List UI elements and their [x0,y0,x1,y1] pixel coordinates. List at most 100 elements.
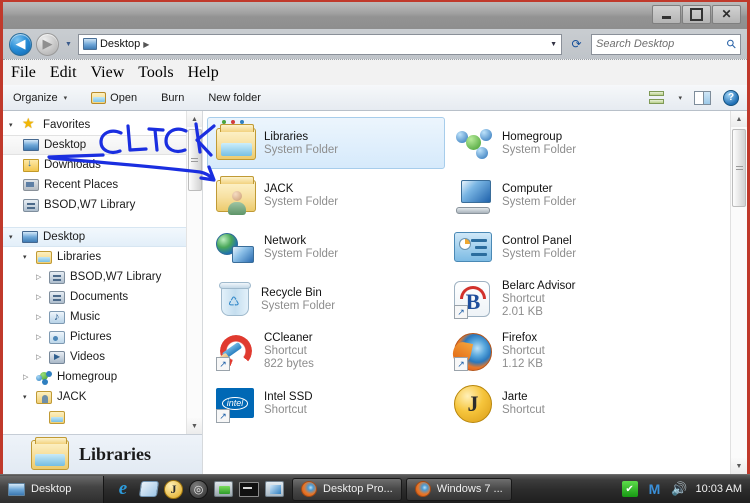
chevron-down-icon[interactable]: ▾ [678,94,682,102]
list-item[interactable]: ↗ CCleaner Shortcut 822 bytes [207,325,445,377]
file-name: Network [264,234,307,247]
list-item[interactable]: intel ↗ Intel SSD Shortcut [207,377,445,429]
menu-item-help[interactable]: Help [188,64,219,82]
sidebar-item-desktop[interactable]: Desktop [3,135,202,155]
scroll-up-icon[interactable]: ▲ [186,111,202,127]
open-button[interactable]: Open [91,91,147,104]
control-panel-icon [454,227,494,267]
expander-icon[interactable]: ▷ [36,293,44,301]
messenger-icon[interactable]: M [647,481,663,497]
expander-icon[interactable]: ▾ [23,253,31,261]
chevron-down-icon[interactable]: ▼ [550,41,557,48]
breadcrumb-root[interactable]: Desktop [100,38,140,50]
maximize-button[interactable] [682,5,711,24]
preview-pane-icon[interactable] [694,90,711,105]
navigation-scrollbar[interactable]: ▲ ▼ [186,111,202,434]
monitor-icon [22,231,38,243]
scroll-up-icon[interactable]: ▲ [731,111,747,127]
expander-icon[interactable]: ▾ [9,233,17,241]
taskbar-task-button[interactable]: Windows 7 ... [405,477,512,501]
folder-icon [91,91,107,104]
sidebar-item-documents[interactable]: ▷ Documents [3,287,202,307]
list-item[interactable]: Computer System Folder [445,169,683,221]
menu-item-view[interactable]: View [91,64,125,82]
expander-icon[interactable]: ▷ [36,353,44,361]
taskbar-clock[interactable]: 10:03 AM [696,483,750,495]
sidebar-item-videos[interactable]: ▷ Videos [3,347,202,367]
shortcut-overlay-icon: ↗ [454,305,468,319]
intel-ssd-icon: intel ↗ [216,383,256,423]
sidebar-item-pictures[interactable]: ▷ Pictures [3,327,202,347]
close-button[interactable]: ✕ [712,5,741,24]
expander-icon[interactable]: ▷ [36,333,44,341]
green-app-icon[interactable] [214,481,233,497]
list-item[interactable]: J Jarte Shortcut [445,377,683,429]
scrollbar-thumb[interactable] [732,129,746,207]
minimize-button[interactable] [652,5,681,24]
monitor-icon [8,482,25,496]
scroll-down-icon[interactable]: ▼ [186,418,202,434]
burn-button[interactable]: Burn [161,92,194,104]
list-item[interactable]: JACK System Folder [207,169,445,221]
sidebar-item-music[interactable]: ▷ Music [3,307,202,327]
notepad-icon[interactable] [138,481,160,497]
taskbar-task-button[interactable]: Desktop Pro... [292,477,402,501]
expander-icon[interactable]: ▷ [36,313,44,321]
taskbar-desktop-toolbar[interactable]: Desktop [0,475,104,503]
sidebar-item-jack[interactable]: ▾ JACK [3,387,202,407]
grip-icon [735,165,743,171]
scrollbar-track[interactable] [731,127,747,458]
organize-button[interactable]: Organize ▾ [13,92,77,104]
list-item[interactable]: Libraries System Folder [207,117,445,169]
expander-icon[interactable]: ▾ [23,393,31,401]
list-item[interactable]: Control Panel System Folder [445,221,683,273]
sidebar-item-libraries[interactable]: ▾ Libraries [3,247,202,267]
menu-item-edit[interactable]: Edit [50,64,77,82]
blue-window-icon[interactable] [265,481,284,497]
sidebar-item-partial[interactable] [3,407,202,427]
change-view-icon[interactable] [649,91,665,104]
list-item[interactable]: ♺ Recycle Bin System Folder [207,273,445,325]
list-item[interactable]: Homegroup System Folder [445,117,683,169]
volume-icon[interactable]: 🔊 [671,481,687,497]
expander-icon[interactable]: ▷ [36,273,44,281]
new-folder-button[interactable]: New folder [208,92,271,104]
green-check-icon[interactable]: ✔ [621,481,638,497]
menu-item-file[interactable]: File [11,64,36,82]
command-prompt-icon[interactable] [239,481,259,497]
ie-icon[interactable]: e [112,478,134,500]
history-dropdown-icon[interactable]: ▼ [63,41,74,48]
forward-button[interactable]: ▶ [36,32,59,56]
sidebar-item-bsod-w7-library[interactable]: BSOD,W7 Library [3,195,202,215]
expander-icon[interactable]: ▷ [23,373,31,381]
sidebar-item-homegroup[interactable]: ▷ Homegroup [3,367,202,387]
refresh-icon[interactable]: ⟳ [566,34,587,55]
list-item[interactable]: ↗ Firefox Shortcut 1.12 KB [445,325,683,377]
sidebar-item-bsod-w7-library-2[interactable]: ▷ BSOD,W7 Library [3,267,202,287]
jarte-icon[interactable]: J [164,479,183,499]
scroll-down-icon[interactable]: ▼ [731,458,747,474]
back-button[interactable]: ◀ [9,32,32,56]
scrollbar-track[interactable] [186,127,202,418]
file-size: 822 bytes [264,358,314,370]
file-list-scrollbar[interactable]: ▲ ▼ [730,111,747,474]
sidebar-item-recent-places[interactable]: Recent Places [3,175,202,195]
search-input[interactable]: Search Desktop ⚲ [591,33,741,55]
title-bar: ✕ [3,2,747,29]
sidebar-item-label: Libraries [57,251,102,263]
list-item[interactable]: B ↗ Belarc Advisor Shortcut 2.01 KB [445,273,683,325]
file-type: Shortcut [264,345,307,357]
homegroup-icon [454,127,494,163]
sidebar-item-favorites[interactable]: ▾ Favorites [3,115,202,135]
breadcrumb[interactable]: Desktop ▶ ▼ [77,33,562,55]
expander-icon[interactable]: ▾ [9,121,17,129]
sidebar-item-downloads[interactable]: Downloads [3,155,202,175]
list-item[interactable]: Network System Folder [207,221,445,273]
help-icon[interactable]: ? [723,89,739,106]
menu-item-tools[interactable]: Tools [138,64,173,82]
file-list-pane[interactable]: Libraries System Folder JACK System Fold… [203,111,747,474]
sidebar-item-desktop-root[interactable]: ▾ Desktop [3,227,202,247]
norton-icon[interactable]: ◎ [189,479,208,499]
firefox-icon [414,481,431,497]
scrollbar-thumb[interactable] [187,129,202,191]
